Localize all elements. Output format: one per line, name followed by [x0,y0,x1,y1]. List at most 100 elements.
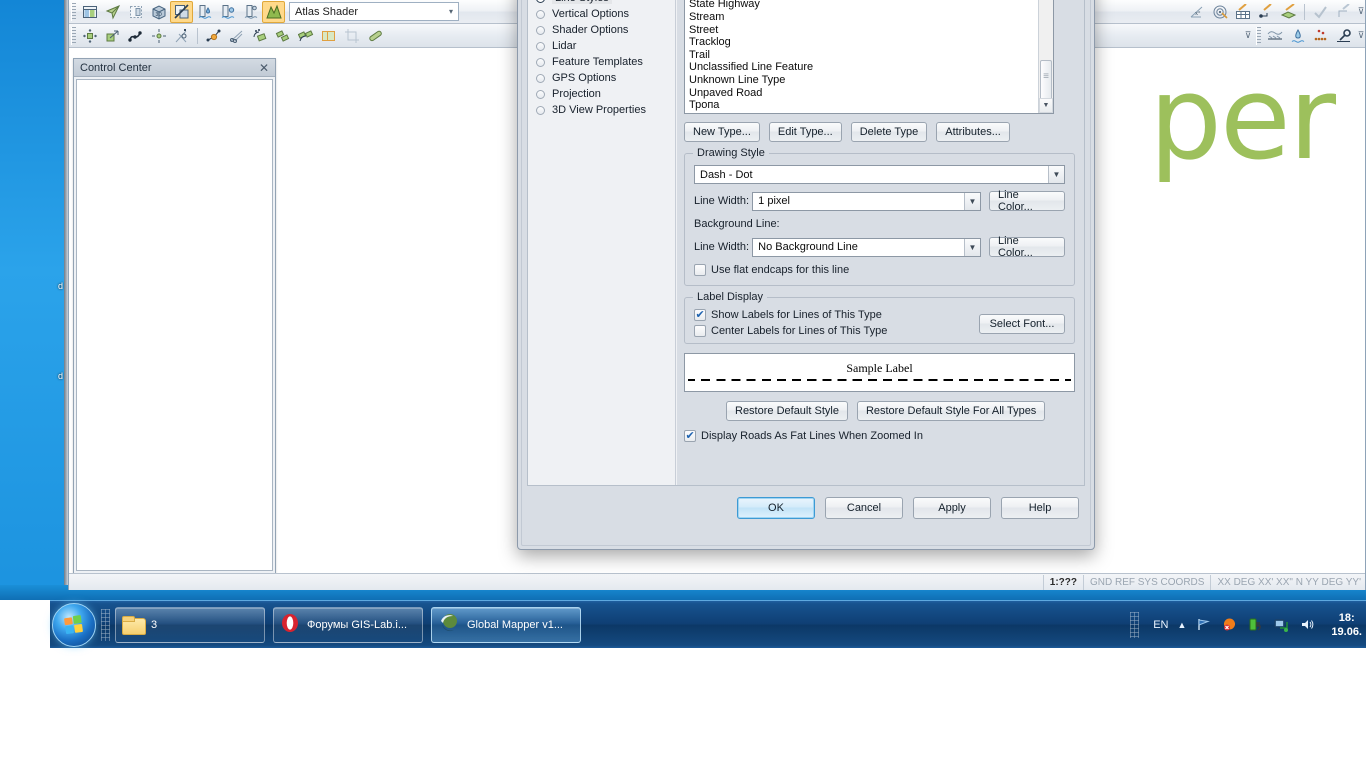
fat-roads-row[interactable]: Display Roads As Fat Lines When Zoomed I… [684,429,1077,443]
ok-button[interactable]: OK [737,497,815,519]
line-width-select[interactable]: 1 pixel ▼ [752,191,981,211]
toolbar-grip-2[interactable] [71,26,76,45]
watershed-icon[interactable] [1286,25,1309,47]
toolbar-grip[interactable] [71,2,76,21]
restore-default-style-button[interactable]: Restore Default Style [726,401,848,421]
taskbar-button-global-mapper[interactable]: Global Mapper v1... [431,606,581,643]
taskbar-button-opera[interactable]: Форумы GIS-Lab.i... [273,606,423,643]
measure-icon[interactable] [363,25,386,47]
flat-endcaps-checkbox[interactable] [694,264,706,276]
move-vertex-icon[interactable] [147,25,170,47]
center-labels-checkbox[interactable] [694,325,706,337]
list-item[interactable]: Stream [685,11,1037,24]
cut-line-icon[interactable] [225,25,248,47]
flag-action-center-icon[interactable] [1195,616,1212,633]
target-icon[interactable] [1208,1,1231,23]
extrude-icon[interactable] [1332,1,1355,23]
network-icon[interactable] [1273,616,1290,633]
language-indicator[interactable]: EN [1153,619,1168,631]
chevron-down-icon[interactable]: ▼ [964,238,980,256]
control-center-layer-list[interactable] [76,79,273,571]
draw-area-icon[interactable] [1277,1,1300,23]
three-d-view-icon[interactable]: 3D [147,1,170,23]
select-font-button[interactable]: Select Font... [979,314,1065,334]
center-labels-row[interactable]: Center Labels for Lines of This Type [694,325,979,337]
start-button-icon[interactable] [52,602,96,647]
page-layout-icon[interactable] [124,1,147,23]
paper-plane-icon[interactable] [101,1,124,23]
toolbar-overflow-icon-2[interactable]: ⊽ [1242,26,1254,46]
toolbar-overflow-icon-3[interactable]: ⊽ [1355,26,1365,46]
listbox-scrollbar[interactable]: ▼ [1038,0,1053,113]
elevation-icon[interactable] [239,1,262,23]
battery-power-icon[interactable] [1247,616,1264,633]
list-item[interactable]: Street [685,24,1037,37]
flat-endcaps-row[interactable]: Use flat endcaps for this line [694,264,1065,276]
copy-feature-icon[interactable] [317,25,340,47]
atlas-shader-icon[interactable] [262,0,285,23]
tray-grip[interactable] [1130,611,1140,638]
duplicate-rotate-icon[interactable] [294,25,317,47]
tree-item-3d-view-properties[interactable]: 3D View Properties [528,102,675,118]
toolbar-grip-3[interactable] [1256,26,1261,45]
restore-default-all-types-button[interactable]: Restore Default Style For All Types [856,401,1046,421]
show-labels-row[interactable]: Show Labels for Lines of This Type [694,308,979,322]
split-line-icon[interactable] [202,25,225,47]
draw-point-icon[interactable] [1254,1,1277,23]
shader-select[interactable]: Atlas Shader ▾ [289,2,459,21]
list-item[interactable]: Unclassified Line Feature [685,61,1037,74]
tree-item-projection[interactable]: Projection [528,86,675,102]
list-item[interactable]: Tracklog [685,36,1037,49]
list-item[interactable]: Тропа [685,99,1037,112]
tree-item-lidar[interactable]: Lidar [528,38,675,54]
edit-type-button[interactable]: Edit Type... [768,122,842,142]
volume-icon[interactable] [1299,616,1316,633]
water-level-2-icon[interactable] [216,1,239,23]
help-button[interactable]: Help [1001,497,1079,519]
taskbar-grip[interactable] [101,608,110,641]
tree-item-vertical-options[interactable]: Vertical Options [528,6,675,22]
measure-angle-icon[interactable]: x° [1185,1,1208,23]
toolbar-overflow-icon[interactable]: ⊽ [1355,2,1365,22]
delete-type-button[interactable]: Delete Type [850,122,928,142]
apply-button[interactable]: Apply [913,497,991,519]
line-color-button[interactable]: Line Color... [989,189,1065,213]
tree-item-shader-options[interactable]: Shader Options [528,22,675,38]
shader-toggle-icon[interactable] [170,0,193,23]
show-hidden-icons-icon[interactable]: ▲ [1177,620,1186,630]
list-item[interactable]: Unknown Line Type [685,74,1037,87]
fat-roads-checkbox[interactable] [684,429,696,443]
edit-vertices-icon[interactable] [124,25,147,47]
chevron-down-icon[interactable]: ▼ [1048,166,1064,183]
accept-edit-icon[interactable] [1309,1,1332,23]
chevron-down-icon[interactable]: ▼ [964,192,980,210]
list-item[interactable]: Unpaved Road [685,87,1037,100]
split-view-icon[interactable] [78,1,101,23]
list-item[interactable]: State Highway [685,0,1037,11]
copy-rotate-icon[interactable] [271,25,294,47]
control-center-titlebar[interactable]: Control Center ✕ [74,59,275,77]
close-icon[interactable]: ✕ [257,61,271,75]
crop-icon[interactable] [340,25,363,47]
table-draw-icon[interactable] [1231,1,1254,23]
water-level-icon[interactable] [193,1,216,23]
list-item[interactable]: Trail [685,49,1037,62]
scale-feature-icon[interactable] [101,25,124,47]
tree-item-gps-options[interactable]: GPS Options [528,70,675,86]
line-type-listbox[interactable]: River, Unknown Length Road Selected Line… [684,0,1054,114]
line-style-select[interactable]: Dash - Dot ▼ [694,165,1065,184]
config-category-tree[interactable]: Area Styles Line Styles Vertical Options… [528,0,676,485]
antivirus-icon[interactable] [1221,616,1238,633]
tree-item-feature-templates[interactable]: Feature Templates [528,54,675,70]
show-labels-checkbox[interactable] [694,308,706,322]
new-type-button[interactable]: New Type... [684,122,760,142]
bg-line-width-select[interactable]: No Background Line ▼ [752,237,981,257]
add-vertex-icon[interactable] [170,25,193,47]
point-density-icon[interactable] [1309,25,1332,47]
rotate-feature-icon[interactable] [248,25,271,47]
scroll-down-icon[interactable]: ▼ [1039,98,1053,113]
move-feature-icon[interactable] [78,25,101,47]
cancel-button[interactable]: Cancel [825,497,903,519]
path-profile-icon[interactable] [1332,25,1355,47]
taskbar-button-folder[interactable]: 3 [115,606,265,643]
